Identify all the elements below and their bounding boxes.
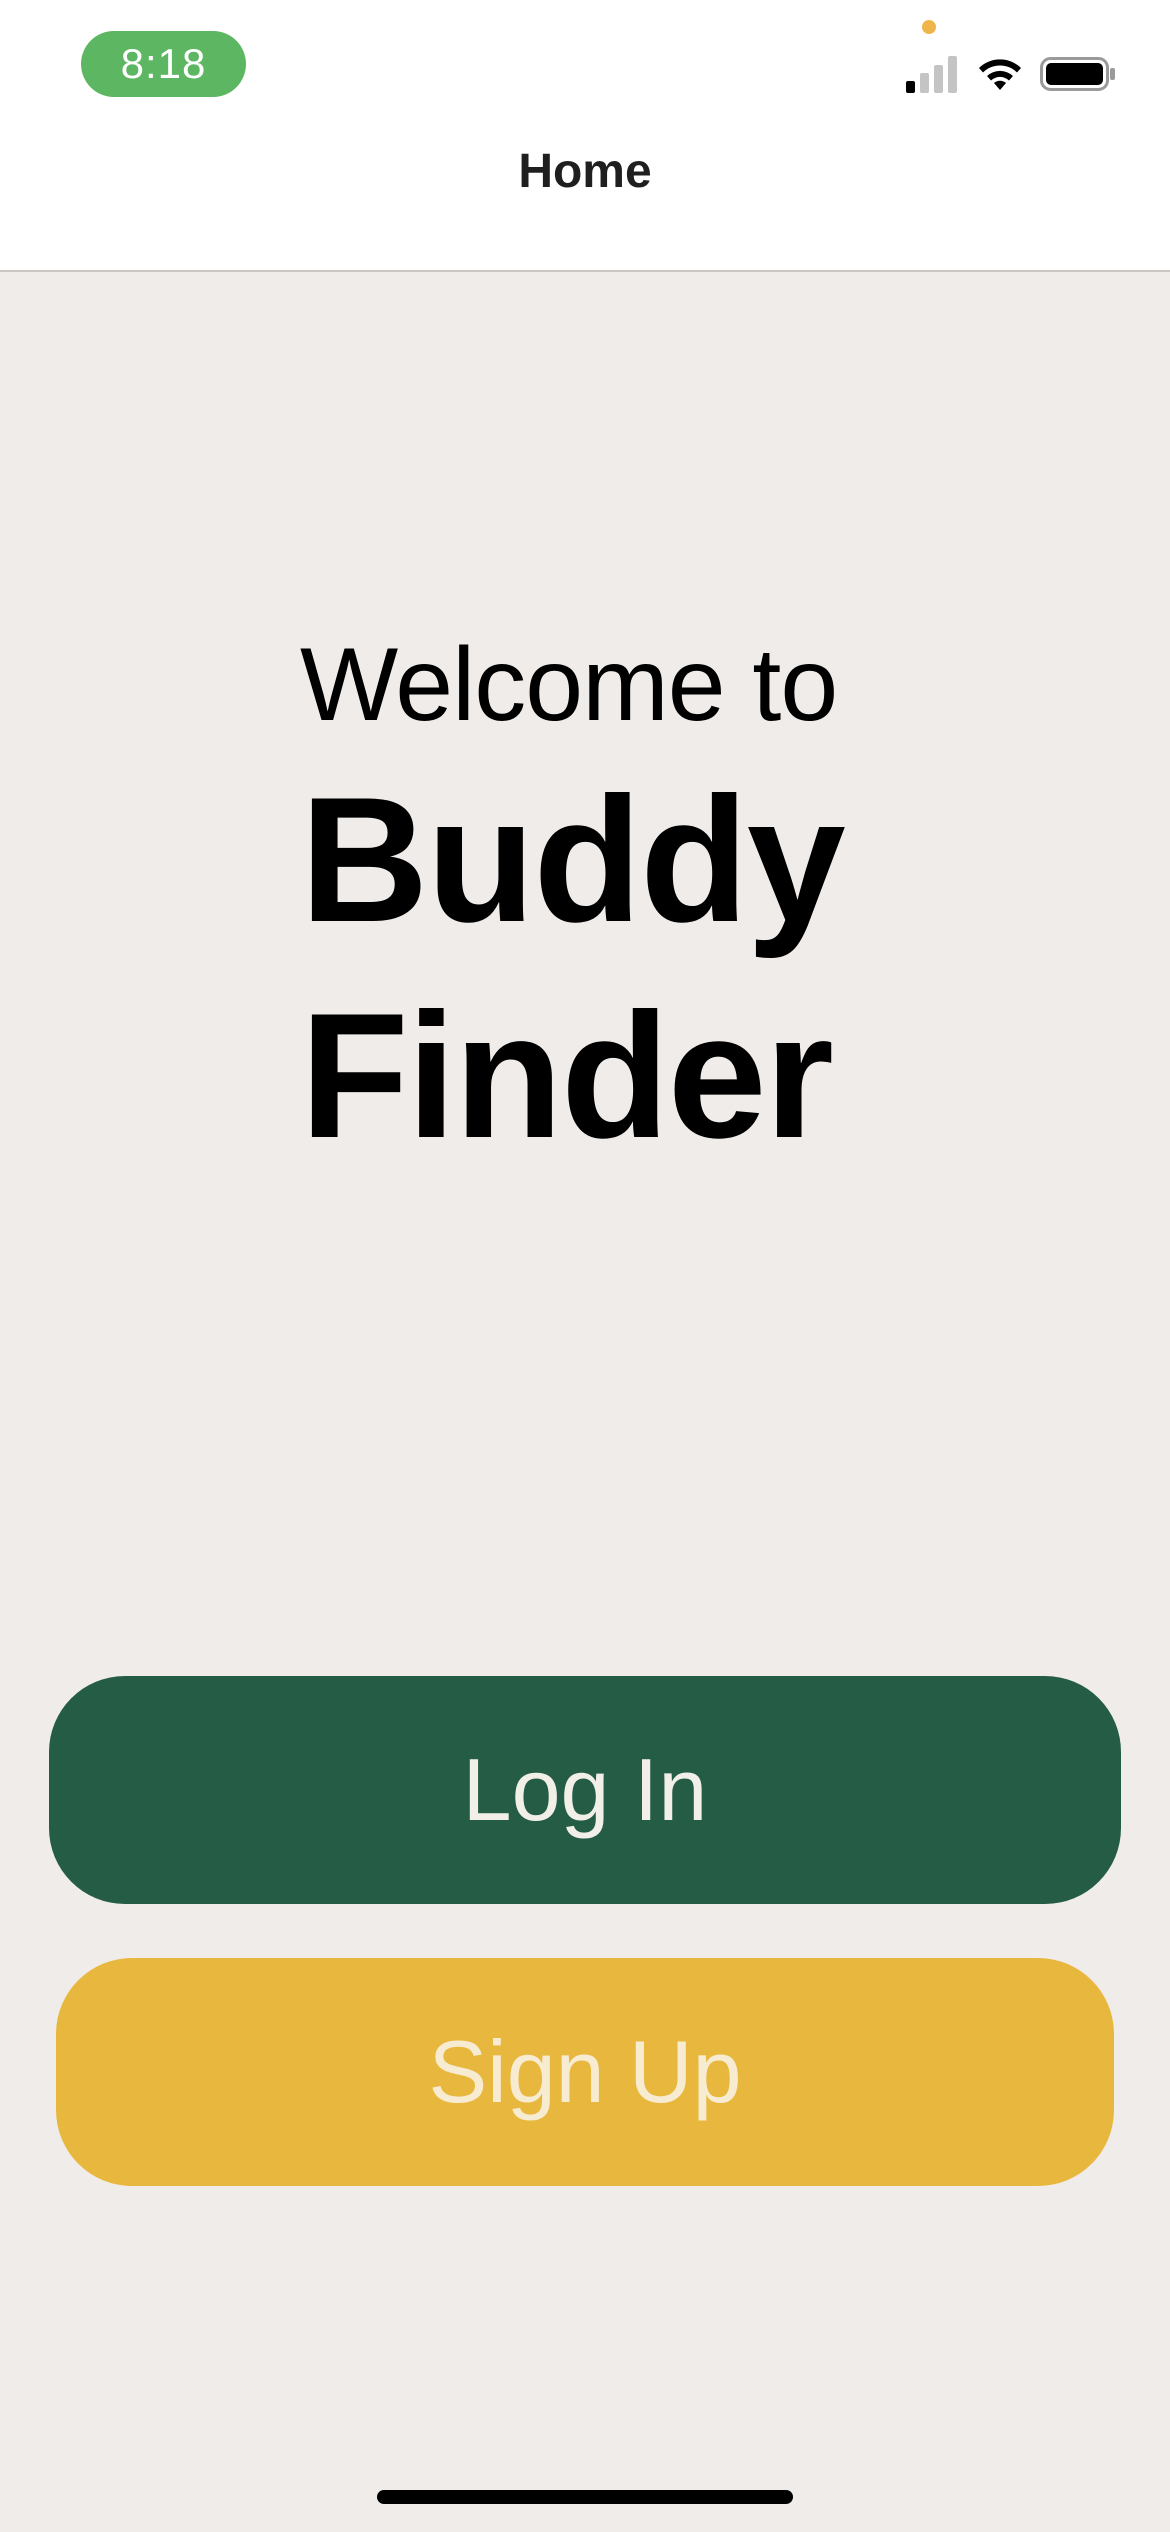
cellular-signal-icon bbox=[906, 56, 957, 93]
page-title: Home bbox=[518, 145, 652, 198]
app-name-line-2: Finder bbox=[300, 976, 834, 1175]
welcome-heading: Welcome to Buddy Finder bbox=[300, 620, 1000, 1182]
wifi-icon bbox=[979, 59, 1021, 90]
battery-icon bbox=[1040, 57, 1115, 91]
log-in-button[interactable]: Log In bbox=[49, 1676, 1121, 1904]
status-time: 8:18 bbox=[81, 31, 246, 97]
app-name-line-1: Buddy bbox=[300, 760, 846, 959]
sign-up-button[interactable]: Sign Up bbox=[56, 1958, 1114, 2186]
welcome-text: Welcome to bbox=[300, 627, 838, 743]
privacy-indicator-dot bbox=[922, 20, 936, 34]
home-indicator[interactable] bbox=[377, 2490, 793, 2504]
top-bar: 8:18 Home bbox=[0, 0, 1170, 272]
